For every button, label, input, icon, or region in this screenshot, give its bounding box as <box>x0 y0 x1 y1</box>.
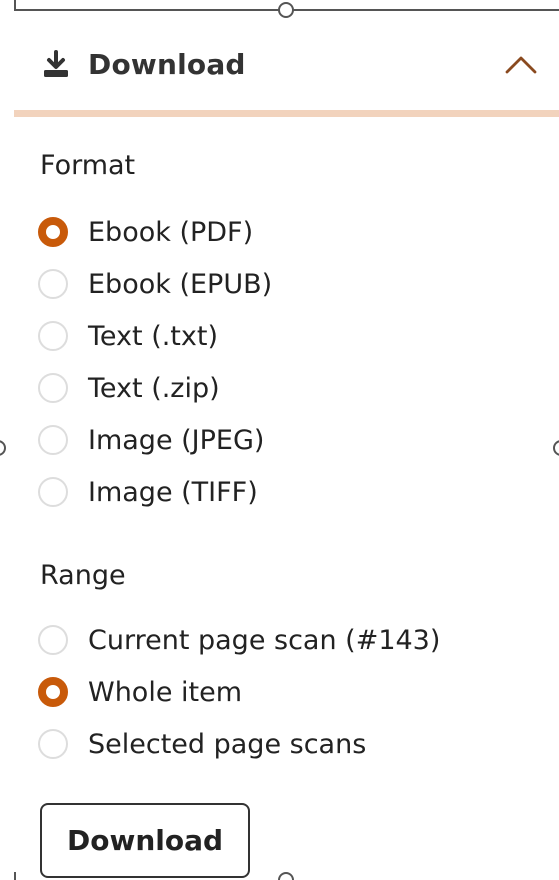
radio-button[interactable] <box>38 373 68 403</box>
format-option-text-zip[interactable]: Text (.zip) <box>38 368 220 408</box>
radio-button[interactable] <box>38 729 68 759</box>
radio-button[interactable] <box>38 425 68 455</box>
selection-handle-right[interactable] <box>553 440 559 456</box>
download-panel-header[interactable]: Download <box>14 20 559 108</box>
selection-handle-bottom[interactable] <box>278 872 294 880</box>
radio-button[interactable] <box>38 477 68 507</box>
range-option-current-page[interactable]: Current page scan (#143) <box>38 620 440 660</box>
format-option-label: Image (JPEG) <box>88 424 265 456</box>
download-panel: Download Format Ebook (PDF) Ebook (EPUB)… <box>0 0 559 880</box>
format-option-image-jpeg[interactable]: Image (JPEG) <box>38 420 264 460</box>
radio-button-selected[interactable] <box>38 677 68 707</box>
format-option-label: Text (.zip) <box>88 372 220 404</box>
download-icon <box>40 48 72 80</box>
range-option-label: Whole item <box>88 676 243 708</box>
format-option-label: Ebook (EPUB) <box>88 268 273 300</box>
format-option-ebook-pdf[interactable]: Ebook (PDF) <box>38 212 253 252</box>
download-button[interactable]: Download <box>40 803 250 878</box>
selection-frame-bottom-corner <box>14 872 16 880</box>
radio-button[interactable] <box>38 321 68 351</box>
range-option-selected-pages[interactable]: Selected page scans <box>38 724 366 764</box>
selection-handle-top[interactable] <box>278 2 294 18</box>
chevron-up-icon[interactable] <box>503 46 539 82</box>
format-option-label: Image (TIFF) <box>88 476 258 508</box>
selection-frame-corner <box>14 0 16 10</box>
range-option-label: Selected page scans <box>88 728 367 760</box>
header-accent-divider <box>14 110 559 117</box>
format-option-image-tiff[interactable]: Image (TIFF) <box>38 472 258 512</box>
range-heading: Range <box>40 560 126 591</box>
range-option-whole-item[interactable]: Whole item <box>38 672 242 712</box>
format-option-label: Text (.txt) <box>88 320 218 352</box>
selection-handle-left[interactable] <box>0 440 6 456</box>
format-option-ebook-epub[interactable]: Ebook (EPUB) <box>38 264 272 304</box>
range-option-label: Current page scan (#143) <box>88 624 441 656</box>
radio-button-selected[interactable] <box>38 217 68 247</box>
format-heading: Format <box>40 150 136 181</box>
panel-title: Download <box>88 47 246 81</box>
format-option-label: Ebook (PDF) <box>88 216 254 248</box>
radio-button[interactable] <box>38 625 68 655</box>
radio-button[interactable] <box>38 269 68 299</box>
format-option-text-txt[interactable]: Text (.txt) <box>38 316 218 356</box>
